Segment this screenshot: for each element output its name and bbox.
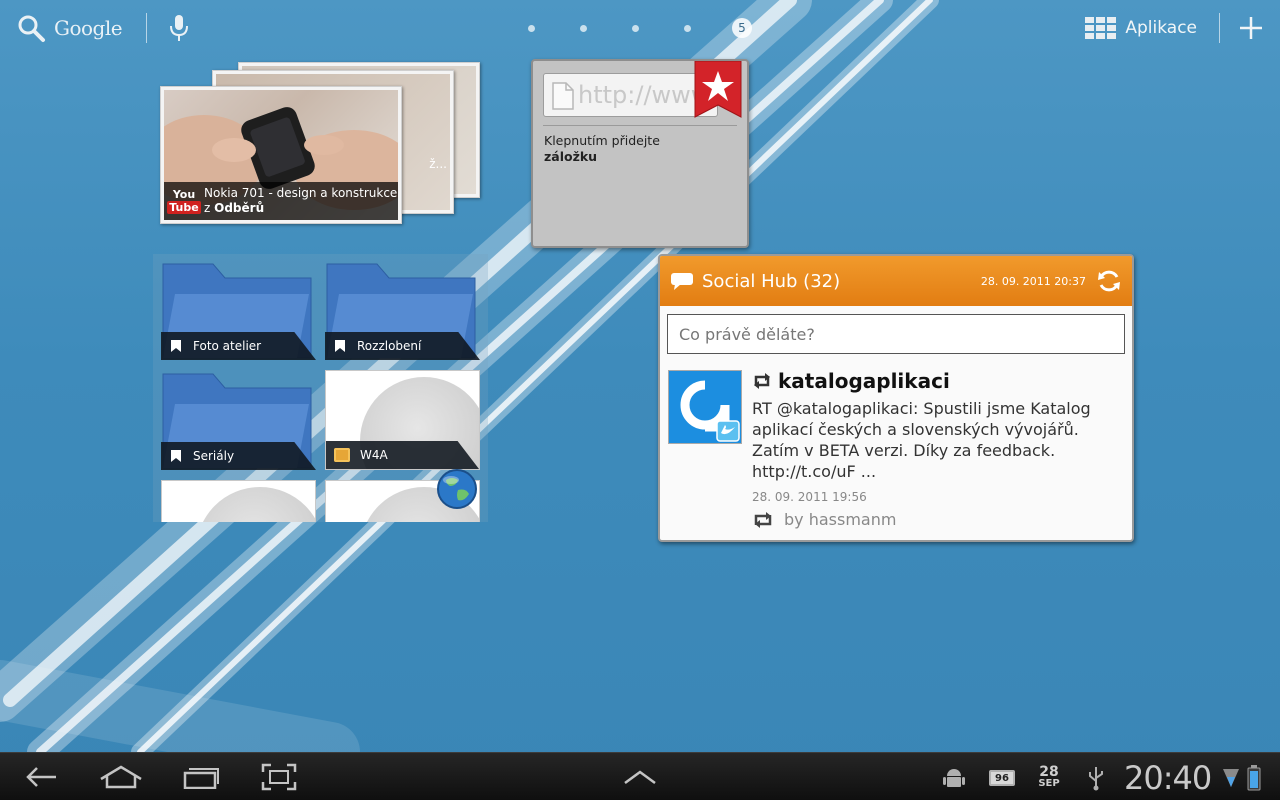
battery-notification[interactable]: 96 xyxy=(988,765,1016,791)
web-bookmark-tile[interactable] xyxy=(161,480,316,522)
usb-icon[interactable] xyxy=(1086,765,1106,791)
bookmark-folders-widget[interactable]: Foto atelier Rozzlobení Seriály W4A xyxy=(153,254,488,522)
globe-icon xyxy=(437,469,477,509)
android-debug-icon[interactable] xyxy=(942,765,966,791)
retweet-icon xyxy=(754,511,772,528)
system-bar: 96 28 SEP 20:40 xyxy=(0,752,1280,800)
bookmark-label: W4A xyxy=(326,441,479,469)
screenshot-icon xyxy=(261,763,297,791)
bookmark-hint: Klepnutím přidejte záložku xyxy=(544,133,660,164)
folder-tile[interactable]: Rozzlobení xyxy=(325,260,480,360)
video-source: Odběrů xyxy=(214,201,265,215)
divider xyxy=(146,13,148,43)
feed-post[interactable]: katalogaplikaci RT @katalogaplikaci: Spu… xyxy=(660,369,1132,540)
home-page-indicator: 5 xyxy=(528,18,752,38)
social-hub-header: Social Hub (32) 28. 09. 2011 20:37 xyxy=(660,256,1132,306)
social-hub-title: Social Hub (32) xyxy=(702,270,841,292)
battery-level-badge: 96 xyxy=(989,770,1015,786)
google-search-label[interactable]: Google xyxy=(54,16,123,40)
page-dot[interactable] xyxy=(684,24,691,32)
refresh-icon[interactable] xyxy=(1096,268,1122,294)
mini-apps-tray-button[interactable] xyxy=(622,761,658,793)
microphone-icon[interactable] xyxy=(169,13,189,43)
folder-tile[interactable]: Foto atelier xyxy=(161,260,316,360)
back-button[interactable] xyxy=(22,761,60,793)
post-author: by hassmanm xyxy=(752,510,1132,529)
last-update-time: 28. 09. 2011 20:37 xyxy=(980,274,1086,288)
current-page-number[interactable]: 5 xyxy=(732,18,752,38)
folder-label: Seriály xyxy=(161,442,316,470)
screenshot-button[interactable] xyxy=(260,761,298,793)
apps-label: Aplikace xyxy=(1125,18,1197,38)
apps-area: Aplikace xyxy=(1085,12,1264,44)
wifi-signal-icon[interactable] xyxy=(1222,765,1240,791)
battery-icon[interactable] xyxy=(1246,765,1262,791)
youtube-logo-icon: You Tube xyxy=(167,187,201,214)
recent-apps-icon xyxy=(183,768,219,789)
home-button[interactable] xyxy=(98,761,144,793)
apps-grid-icon xyxy=(1085,17,1117,39)
calendar-notification-icon[interactable]: 28 SEP xyxy=(1034,765,1064,791)
home-icon xyxy=(100,765,142,789)
youtube-widget[interactable]: ž... You Tube Nokia 701 - design a konst… xyxy=(160,62,482,224)
video-card-front[interactable]: You Tube Nokia 701 - design a konstrukce… xyxy=(160,86,402,224)
avatar[interactable] xyxy=(668,370,742,444)
folder-label: Rozzlobení xyxy=(325,332,480,360)
post-username[interactable]: katalogaplikaci xyxy=(778,369,950,393)
star-bookmark-icon xyxy=(694,61,742,118)
page-dot[interactable] xyxy=(632,24,639,32)
recent-apps-button[interactable] xyxy=(182,761,220,793)
chevron-up-icon xyxy=(624,770,656,785)
retweet-icon xyxy=(754,373,770,389)
bookmark-url-preview: http://www xyxy=(543,73,718,117)
bookmark-icon xyxy=(335,340,345,352)
google-search-bar[interactable]: Google xyxy=(16,12,189,44)
document-icon xyxy=(552,82,574,110)
video-caption: You Tube Nokia 701 - design a konstrukce… xyxy=(164,182,398,220)
bookmark-icon xyxy=(171,450,181,462)
search-icon[interactable] xyxy=(16,13,46,43)
video-title: Nokia 701 - design a konstrukce xyxy=(204,186,398,200)
clock[interactable]: 20:40 xyxy=(1124,759,1212,797)
social-hub-widget[interactable]: Social Hub (32) 28. 09. 2011 20:37 Co pr… xyxy=(658,254,1134,542)
chat-bubble-icon xyxy=(671,273,693,290)
web-bookmark-tile[interactable]: W4A xyxy=(325,370,480,470)
status-input[interactable]: Co právě děláte? xyxy=(667,314,1125,354)
folder-tile[interactable]: Seriály xyxy=(161,370,316,470)
bookmark-icon xyxy=(171,340,181,352)
page-dot[interactable] xyxy=(580,24,587,32)
apps-button[interactable]: Aplikace xyxy=(1085,17,1197,39)
post-date: 28. 09. 2011 19:56 xyxy=(752,490,867,504)
add-icon[interactable] xyxy=(1238,15,1264,41)
page-dot[interactable] xyxy=(528,24,535,32)
video-title-snippet: ž... xyxy=(429,157,447,171)
app-catalog-logo-icon xyxy=(669,371,741,443)
divider xyxy=(1219,13,1220,43)
folder-label: Foto atelier xyxy=(161,332,316,360)
back-icon xyxy=(26,767,56,787)
globe-thumbnail xyxy=(196,487,315,522)
site-favicon-icon xyxy=(334,448,350,462)
add-bookmark-widget[interactable]: http://www Klepnutím přidejte záložku xyxy=(531,59,749,248)
post-text: RT @katalogaplikaci: Spustili jsme Katal… xyxy=(752,399,1091,481)
divider xyxy=(543,125,737,126)
url-placeholder: http://www xyxy=(578,81,711,109)
